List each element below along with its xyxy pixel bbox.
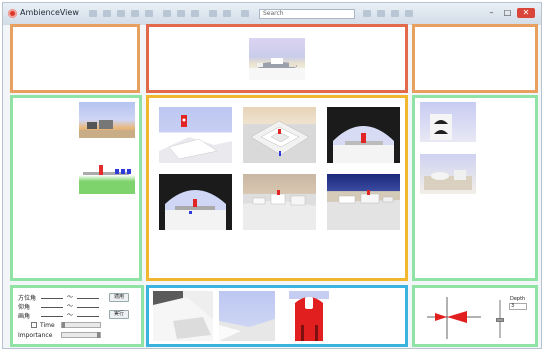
bottom-center-panel [146,285,408,347]
side-thumbnail-2[interactable] [79,152,135,194]
toolbar-open-icon[interactable] [131,10,139,17]
importance-slider-thumb[interactable] [97,332,100,338]
azimuth-range-sep: 〜 [67,294,74,301]
importance-slider[interactable] [61,332,101,338]
view-thumbnail-4[interactable] [159,174,232,230]
view-thumbnail-6[interactable] [327,174,400,230]
side-thumbnail-1[interactable] [79,102,135,138]
overview-thumbnail[interactable] [249,38,305,80]
elevation-label: 仰角 [18,304,31,311]
maximize-button[interactable]: □ [501,8,514,18]
toolbar-save-icon[interactable] [145,10,153,17]
search-placeholder: Search [263,10,284,17]
time-slider[interactable] [61,322,101,328]
side-thumbnail-4[interactable] [420,154,476,194]
bottom-thumbnail-2[interactable] [219,291,275,341]
close-button[interactable]: ✕ [517,8,535,18]
time-slider-thumb[interactable] [62,322,65,328]
fov-max-field[interactable] [77,311,99,317]
depth-slider[interactable] [496,300,504,338]
minimize-button[interactable]: – [485,8,498,18]
time-label: Time [40,322,55,329]
view-thumbnail-5[interactable] [243,174,316,230]
elevation-range-sep: 〜 [67,303,74,310]
apply-button[interactable]: 適用 [109,293,129,302]
bottom-thumbnail-3[interactable] [281,291,339,341]
title-bar: AmbienceView Search – □ ✕ [3,3,541,25]
app-icon [8,9,17,18]
importance-label: Importance [18,332,53,339]
top-center-panel [146,24,408,93]
bottom-right-panel: Depth 3 [412,285,538,347]
top-right-panel [412,24,538,93]
depth-label: Depth [510,296,526,302]
toolbar-back-icon[interactable] [89,10,97,17]
control-panel: 方位角 〜 適用 仰角 〜 画角 〜 実行 Time Importance [10,285,144,347]
depth-slider-thumb[interactable] [496,318,504,322]
azimuth-max-field[interactable] [77,293,99,299]
toolbar-settings-icon[interactable] [241,10,249,17]
toolbar-zoom-icon[interactable] [363,10,371,17]
middle-right-panel [412,95,538,281]
toolbar-paste-icon[interactable] [191,10,199,17]
search-input[interactable]: Search [259,9,355,19]
elevation-max-field[interactable] [77,302,99,308]
azimuth-min-field[interactable] [41,293,63,299]
center-panel [146,95,408,281]
toolbar-undo-icon[interactable] [209,10,217,17]
fov-range-sep: 〜 [67,312,74,319]
window-title: AmbienceView [20,8,79,17]
elevation-min-field[interactable] [41,302,63,308]
side-thumbnail-3[interactable] [420,102,476,142]
direction-indicator-icon [427,297,481,339]
fov-min-field[interactable] [41,311,63,317]
bottom-thumbnail-1[interactable] [153,291,213,341]
toolbar-cut-icon[interactable] [163,10,171,17]
toolbar-redo-icon[interactable] [223,10,231,17]
toolbar-forward-icon[interactable] [103,10,111,17]
toolbar-grid-icon[interactable] [391,10,399,17]
top-left-panel [10,24,140,93]
middle-left-panel [10,95,142,281]
toolbar-home-icon[interactable] [117,10,125,17]
view-thumbnail-1[interactable] [159,107,232,163]
view-thumbnail-3[interactable] [327,107,400,163]
toolbar-help-icon[interactable] [405,10,413,17]
toolbar-view-icon[interactable] [377,10,385,17]
run-button[interactable]: 実行 [109,310,129,319]
view-thumbnail-2[interactable] [243,107,316,163]
azimuth-label: 方位角 [18,295,37,302]
depth-value-field[interactable]: 3 [509,303,527,310]
time-checkbox[interactable] [31,322,37,328]
toolbar-copy-icon[interactable] [177,10,185,17]
fov-label: 画角 [18,313,31,320]
